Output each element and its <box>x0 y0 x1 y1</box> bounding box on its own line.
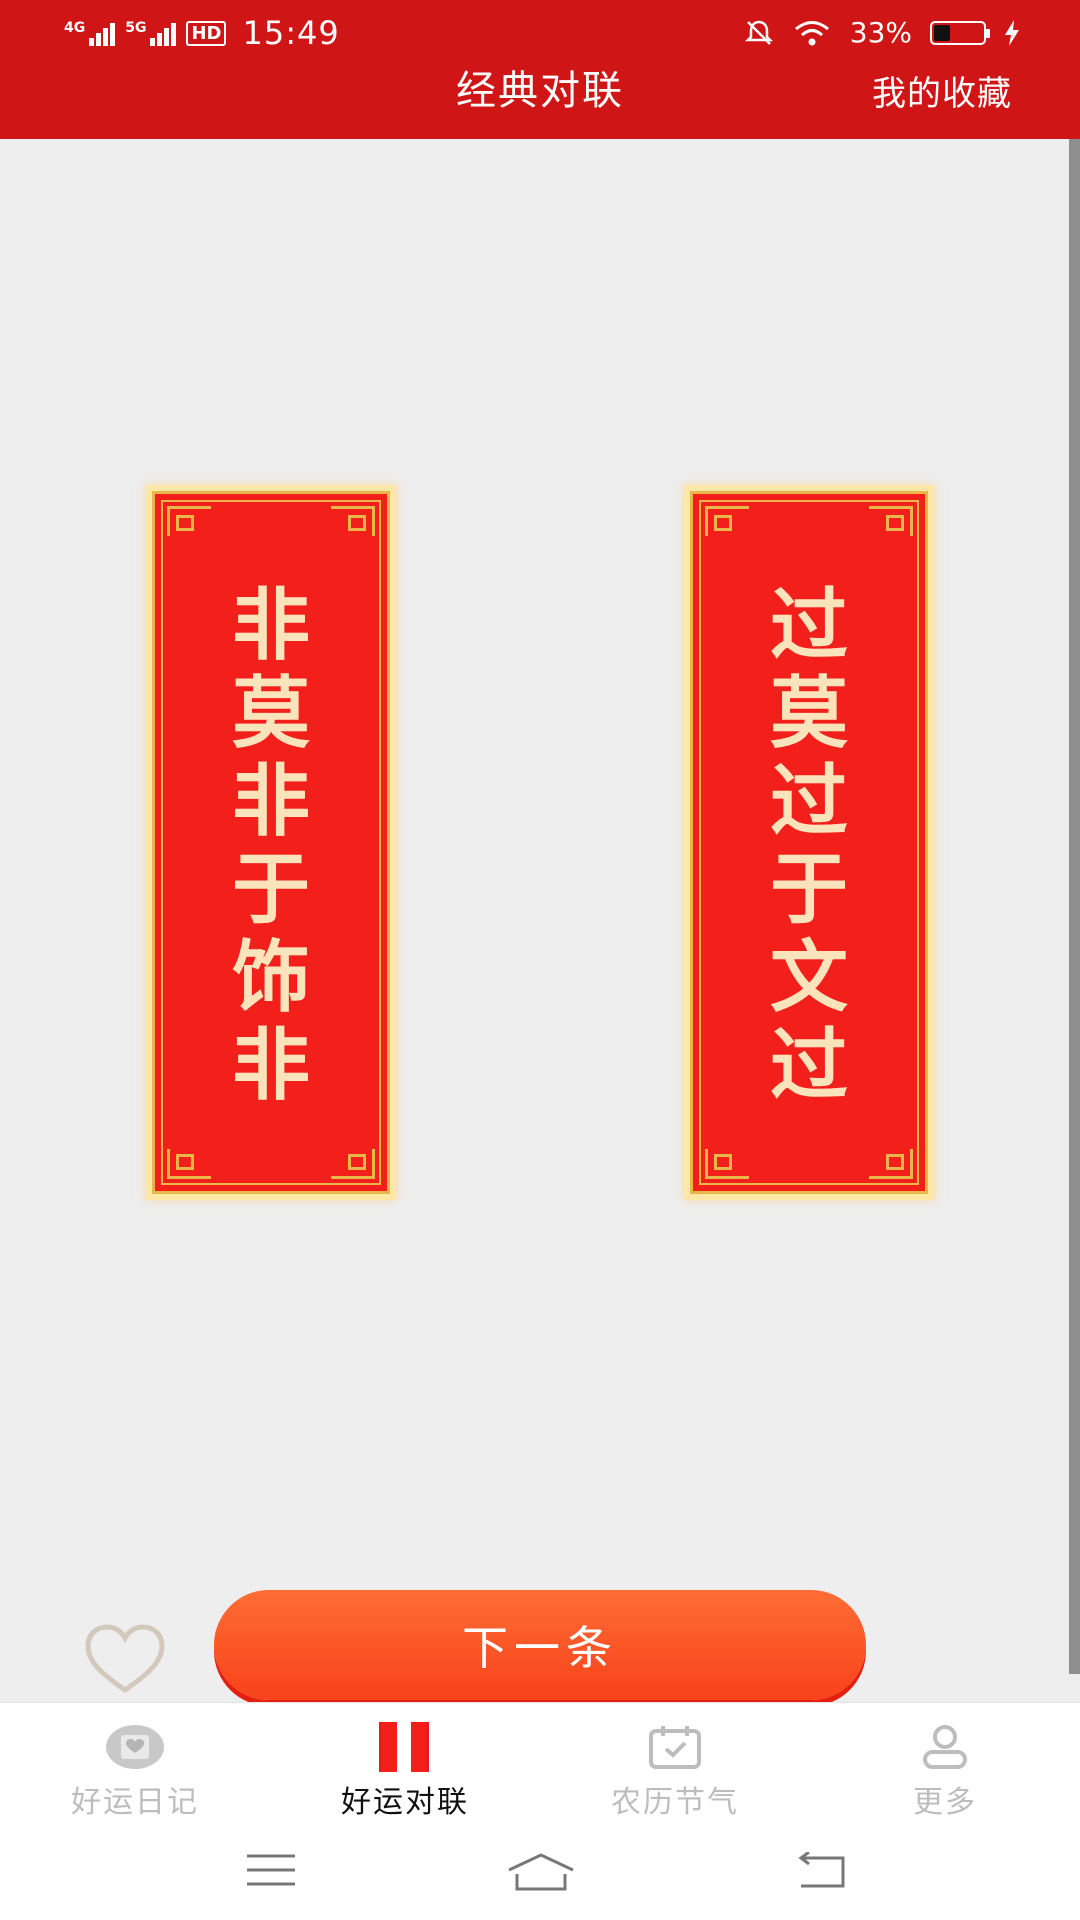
tab-more[interactable]: 更多 <box>810 1703 1080 1822</box>
ornament-corner <box>167 506 211 536</box>
my-favorites-button[interactable]: 我的收藏 <box>872 66 1012 115</box>
favorite-heart-icon[interactable] <box>82 1622 168 1696</box>
status-right: 33% <box>744 16 1020 49</box>
ornament-corner <box>331 1149 375 1179</box>
tab-lucky-couplet[interactable]: 好运对联 <box>270 1703 540 1822</box>
system-nav-bar <box>0 1822 1080 1920</box>
network-type-label: 4G <box>64 20 86 36</box>
ornament-corner <box>869 1149 913 1179</box>
couplet-scroll-right: 过 莫 过 于 文 过 <box>684 485 934 1200</box>
couplet-icon <box>379 1722 429 1772</box>
signal-5g-icon: 5G <box>125 20 177 46</box>
ornament-corner <box>331 506 375 536</box>
menu-icon[interactable] <box>245 1852 297 1888</box>
signal-4g-icon: 4G <box>64 20 116 46</box>
couplet-char: 非 <box>231 1021 310 1111</box>
bottom-tab-bar: 好运日记 好运对联 农历节气 更多 <box>0 1702 1080 1822</box>
couplet-scroll-left: 非 莫 非 于 饰 非 <box>146 485 396 1200</box>
back-icon[interactable] <box>795 1852 849 1890</box>
couplet-char: 文 <box>769 933 848 1023</box>
tab-label: 农历节气 <box>611 1785 739 1820</box>
couplet-panel: 过 莫 过 于 文 过 <box>690 491 928 1194</box>
couplet-verse-right: 过 莫 过 于 文 过 <box>693 582 925 1110</box>
ornament-corner <box>705 506 749 536</box>
tab-label: 好运日记 <box>71 1785 199 1820</box>
battery-level <box>934 24 950 41</box>
next-couplet-button[interactable]: 下一条 <box>214 1590 866 1700</box>
couplet-char: 于 <box>231 845 310 935</box>
wifi-icon <box>794 20 829 45</box>
diary-icon <box>106 1725 164 1769</box>
couplet-char: 饰 <box>231 933 310 1023</box>
app-header: 4G 5G HD 15:49 33% 经典对联 我的收藏 <box>0 0 1080 139</box>
couplet-char: 于 <box>769 845 848 935</box>
battery-icon <box>930 20 990 45</box>
network-type-label: 5G <box>125 20 147 36</box>
tab-label: 好运对联 <box>341 1785 469 1820</box>
couplet-char: 莫 <box>769 669 848 759</box>
couplet-char: 过 <box>769 581 848 671</box>
hd-badge: HD <box>186 20 227 46</box>
couplet-panel: 非 莫 非 于 饰 非 <box>152 491 390 1194</box>
profile-icon <box>923 1725 967 1769</box>
ornament-corner <box>167 1149 211 1179</box>
tab-lucky-diary[interactable]: 好运日记 <box>0 1703 270 1822</box>
ornament-corner <box>705 1149 749 1179</box>
calendar-icon <box>649 1726 701 1769</box>
couplet-char: 过 <box>769 757 848 847</box>
status-time: 15:49 <box>242 14 340 52</box>
tab-label: 更多 <box>913 1785 977 1820</box>
couplet-char: 莫 <box>231 669 310 759</box>
battery-percent: 33% <box>849 16 912 49</box>
ornament-corner <box>869 506 913 536</box>
bell-muted-icon <box>744 20 773 45</box>
couplet-char: 非 <box>231 581 310 671</box>
scrollbar[interactable] <box>1069 139 1080 1674</box>
couplet-verse-left: 非 莫 非 于 饰 非 <box>155 582 387 1110</box>
couplet-char: 非 <box>231 757 310 847</box>
status-left: 4G 5G HD 15:49 <box>64 14 340 52</box>
charging-icon <box>1005 19 1019 46</box>
home-icon[interactable] <box>505 1852 577 1892</box>
tab-lunar-calendar[interactable]: 农历节气 <box>540 1703 810 1822</box>
couplet-char: 过 <box>769 1021 848 1111</box>
